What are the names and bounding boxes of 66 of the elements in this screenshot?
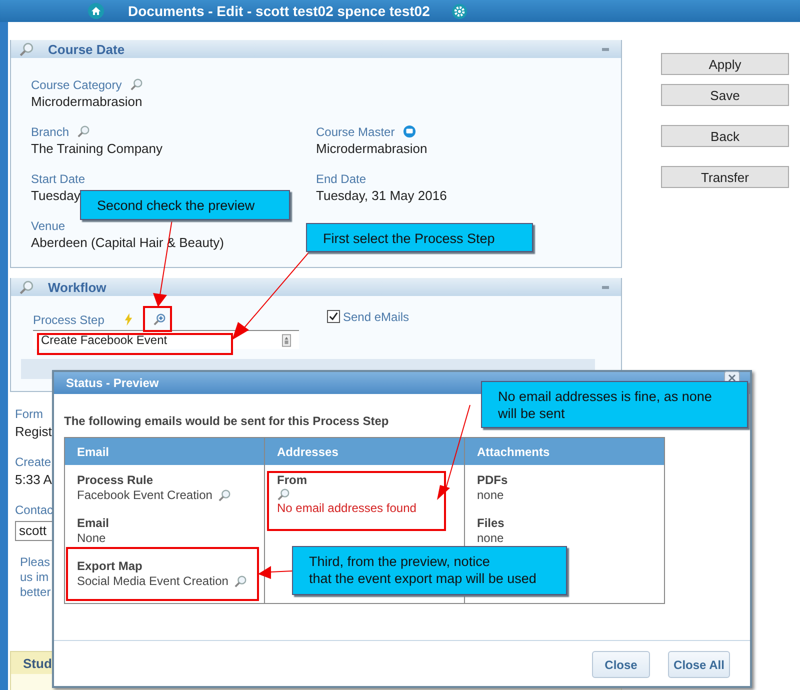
item-value: No email addresses found (277, 501, 416, 516)
field-value: Tuesday, 31 May 2016 (316, 187, 448, 204)
dialog-button[interactable]: Close All (668, 651, 730, 678)
dialog-title: Status - Preview (66, 376, 159, 390)
callout: Second check the preview (80, 190, 290, 220)
field-label: Form (15, 406, 43, 423)
action-button[interactable]: Apply (661, 53, 789, 75)
note-text: Pleas (20, 555, 50, 570)
field-label: Branch (31, 124, 70, 138)
intro-text: The following emails would be sent for this Process Step (64, 414, 390, 428)
item-value: none (477, 531, 504, 546)
field-label: Course Category (31, 78, 122, 92)
search-icon[interactable] (19, 42, 34, 56)
field-value: Microdermabrasion (31, 93, 144, 110)
item-heading: Process Rule (77, 473, 154, 488)
field-value: 5:33 A (15, 471, 52, 488)
action-button[interactable]: Transfer (661, 166, 789, 188)
column-header: Attachments (465, 438, 664, 465)
checkbox-label[interactable]: Send eMails (343, 310, 410, 324)
item-heading: Export Map (77, 559, 142, 574)
field-value: The Training Company (31, 140, 164, 157)
search-icon[interactable] (130, 78, 143, 91)
callout: No email addresses is fine, as none will be sent (481, 381, 748, 428)
item-value: Social Media Event Creation (77, 574, 228, 589)
picker-icon[interactable] (282, 334, 291, 346)
field-label: End Date (316, 172, 366, 186)
window-title: Documents - Edit - scott test02 spence test02 (128, 3, 430, 19)
field-label: Venue (31, 218, 66, 232)
panel-title: Course Date (48, 42, 125, 56)
callout: First select the Process Step (306, 223, 533, 252)
item-value: Facebook Event Creation (77, 488, 212, 503)
callout: Third, from the preview, notice that the event export map will be used (292, 546, 567, 595)
search-icon[interactable] (19, 280, 34, 294)
search-icon[interactable] (277, 488, 290, 501)
panel-title: Stud (23, 656, 52, 670)
chat-icon[interactable] (402, 125, 416, 138)
settings-icon[interactable] (452, 4, 467, 18)
field-label: Contac (15, 502, 54, 519)
action-button[interactable]: Back (661, 125, 789, 147)
zoom-icon[interactable] (153, 313, 166, 326)
field-label: Process Step (33, 312, 104, 326)
field-value: Tuesday (31, 187, 82, 204)
search-icon[interactable] (234, 575, 248, 588)
column-header: Addresses (265, 438, 464, 465)
search-icon[interactable] (77, 125, 90, 138)
panel-title: Workflow (48, 280, 106, 294)
field-label: Create (15, 454, 52, 471)
item-heading: Email (77, 516, 110, 531)
field-value: Regist (15, 423, 52, 440)
item-value: none (477, 488, 504, 503)
item-heading: PDFs (477, 473, 508, 488)
arrow (258, 566, 292, 579)
field-value: Microdermabrasion (316, 140, 428, 157)
field-label: Start Date (31, 172, 86, 186)
home-icon[interactable] (88, 3, 104, 19)
dialog-button[interactable]: Close (592, 651, 650, 678)
column-header: Email (65, 438, 264, 465)
field-label: Course Master (316, 124, 395, 138)
action-button[interactable]: Save (661, 84, 789, 106)
search-icon[interactable] (218, 489, 232, 502)
item-value: None (77, 531, 106, 546)
checkbox[interactable] (327, 310, 340, 323)
item-heading: Files (477, 516, 504, 531)
note-text: better (20, 585, 51, 600)
item-heading: From (277, 473, 307, 488)
note-text: us im (20, 570, 49, 585)
